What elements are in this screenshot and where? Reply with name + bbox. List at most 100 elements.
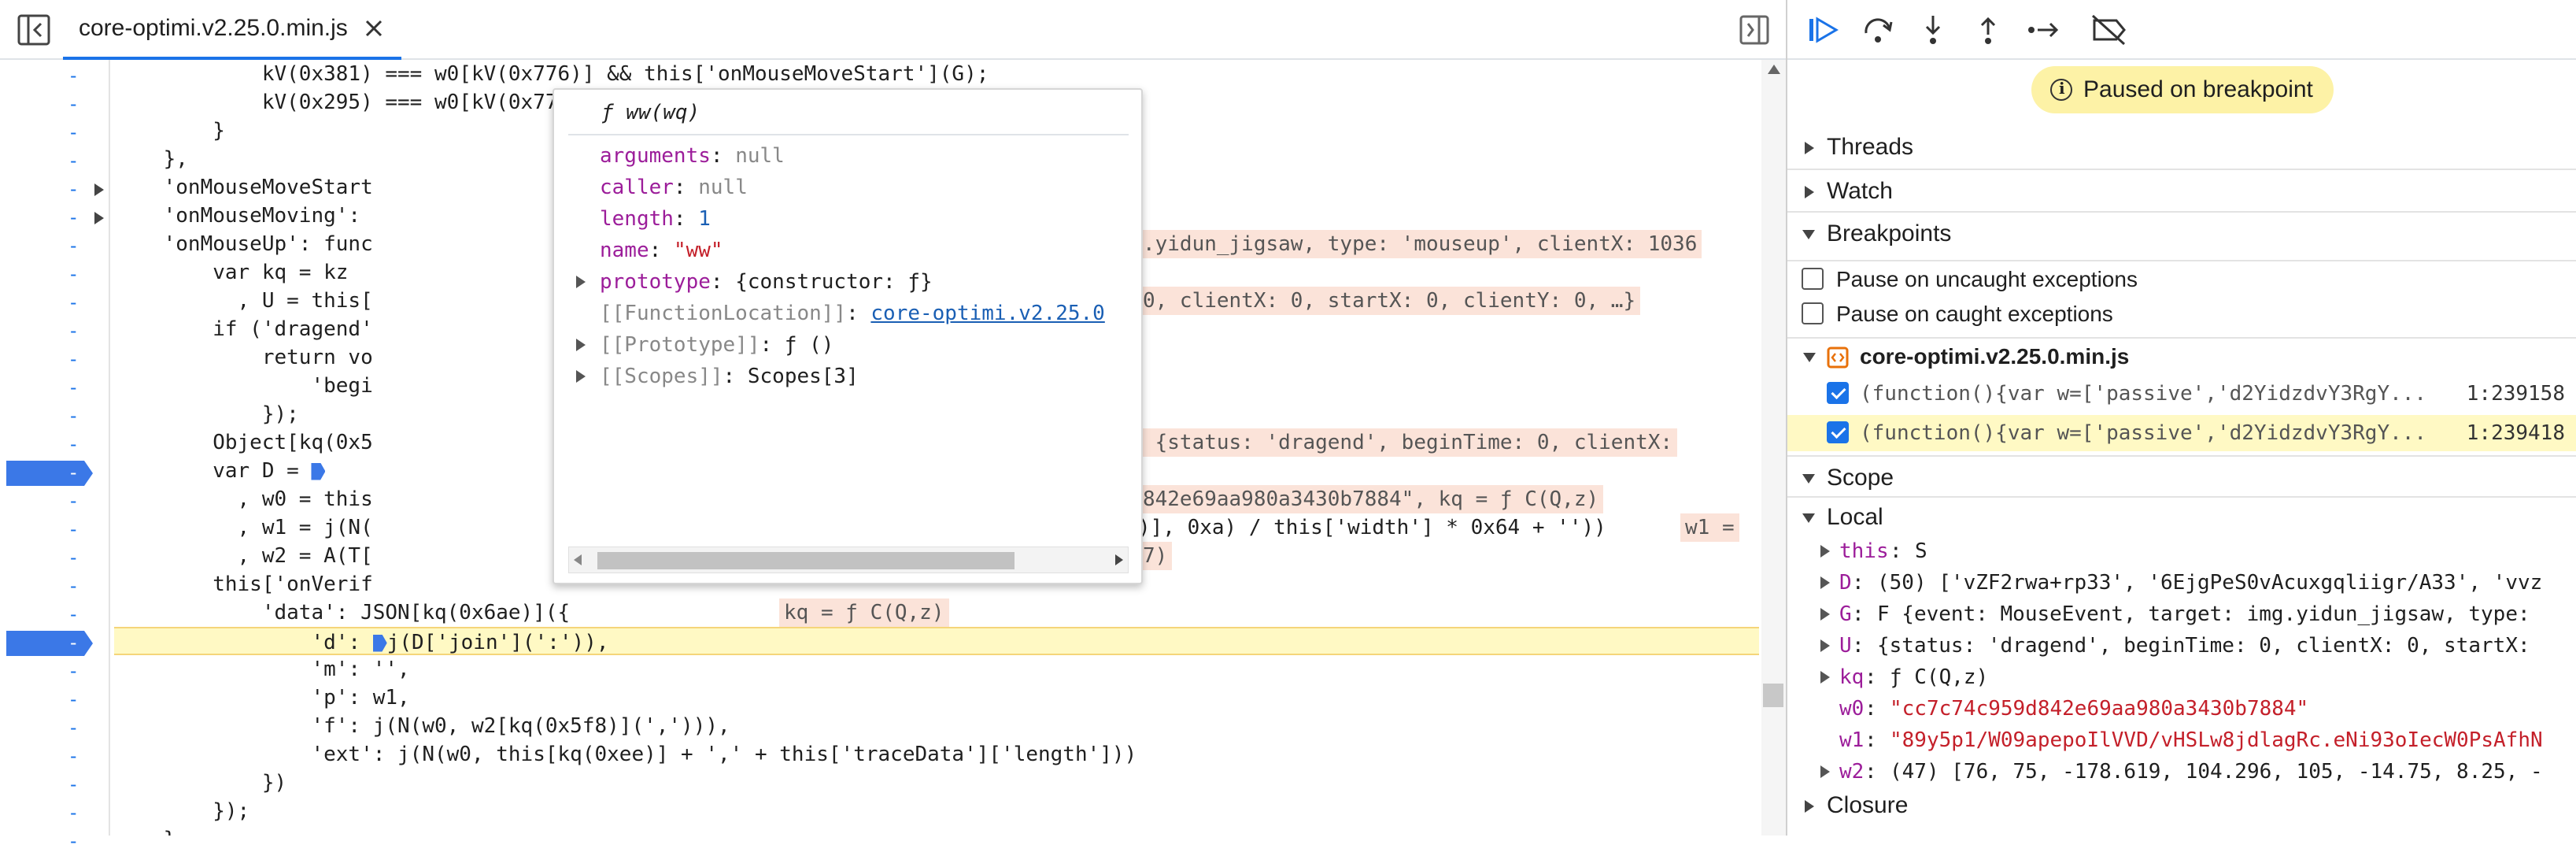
code-line[interactable]: kV(0x381) === w0[kV(0x776)] && this['onM… [114,60,1759,88]
step-out-icon[interactable] [1970,13,2006,47]
line-gutter[interactable]: - - - - - - - - - - - - - - - - - - - - - - - - - - - - [0,60,110,852]
scope-section-header[interactable]: Scope [1787,455,2576,498]
scope-variable-row[interactable]: w2 (47) [76, 75, -178.619, 104.296, 105, … [1787,756,2576,787]
code-line[interactable]: 'm': '', [114,655,1759,684]
step-over-icon[interactable] [1860,13,1896,47]
scope-variable-row[interactable]: U {status: 'dragend', beginTime: 0, clien… [1787,630,2576,661]
deactivate-breakpoints-icon[interactable] [2090,13,2131,47]
gutter-line[interactable]: - [0,544,110,573]
pause-uncaught-row[interactable]: Pause on uncaught exceptions [1787,260,2576,296]
pause-caught-row[interactable]: Pause on caught exceptions [1787,296,2576,332]
toggle-debugger-sidebar-icon[interactable] [1739,14,1770,46]
breakpoint-item[interactable]: (function(){var w=['passive','d2YidzdvY3… [1787,376,2576,412]
gutter-line[interactable]: - [0,686,110,714]
expand-arrow-icon[interactable] [1820,639,1830,652]
gutter-line[interactable]: - [0,573,110,601]
code-line[interactable]: 'p': w1, [114,684,1759,712]
expand-arrow-icon[interactable] [1820,765,1830,778]
gutter-line[interactable]: - [0,714,110,743]
code-line[interactable]: }); [114,797,1759,825]
code-line[interactable]: 'ext': j(N(w0, this[kq(0xee)] + ',' + th… [114,740,1759,769]
pause-caught-checkbox[interactable] [1802,302,1824,324]
watch-section-header[interactable]: Watch [1787,169,2576,211]
popover-scrollbar-thumb[interactable] [597,552,1015,569]
gutter-line[interactable]: - [0,374,110,402]
closure-scope-header[interactable]: Closure [1787,786,2576,825]
close-icon[interactable] [362,17,386,40]
scope-colon: : [1865,728,1877,752]
inline-value-u: e: 0, clientX: 0, startX: 0, clientY: 0,… [1101,287,1641,315]
gutter-line[interactable]: - [0,799,110,828]
popover-scrollbar[interactable] [568,547,1129,573]
breakpoint-checkbox[interactable] [1827,421,1849,443]
expand-arrow-icon[interactable] [1820,608,1830,621]
pause-uncaught-checkbox[interactable] [1802,268,1824,290]
expand-arrow-icon[interactable] [1820,671,1830,684]
expand-arrow-icon[interactable] [576,339,586,351]
scope-variable-row[interactable]: w0 "cc7c74c959d842e69aa980a3430b7884": [1787,693,2576,724]
gutter-line[interactable]: - [0,147,110,176]
gutter-line[interactable]: - [0,516,110,544]
scroll-right-arrow-icon[interactable] [1115,554,1123,565]
breakpoint-file-row[interactable]: core-optimi.v2.25.0.min.js [1787,337,2576,373]
breakpoint-checkbox[interactable] [1827,382,1849,404]
gutter-line[interactable]: - [0,317,110,346]
function-location-link[interactable]: core-optimi.v2.25.0 [870,302,1104,325]
fold-arrow-icon[interactable] [94,212,104,224]
gutter-line[interactable]: - [0,771,110,799]
scope-variable-row[interactable]: G F {event: MouseEvent, target: img.yidun… [1787,598,2576,630]
code-line[interactable]: 'f': j(N(w0, w2[kq(0x5f8)](','))), [114,712,1759,740]
scroll-up-arrow-icon[interactable] [1768,65,1780,74]
resume-icon[interactable] [1805,13,1841,47]
expand-arrow-icon[interactable] [576,276,586,288]
popover-property-row[interactable]: [[Prototype]]: ƒ () [576,331,833,359]
gutter-line[interactable]: - [0,232,110,261]
line-dash: - [68,93,79,115]
breakpoint-marker[interactable]: - [0,459,110,487]
scope-variable-row[interactable]: D (50) ['vZF2rwa+rp33', '6EjgPeS0vAcuxgql… [1787,567,2576,598]
gutter-line[interactable]: - [0,119,110,147]
fold-arrow-icon[interactable] [94,183,104,196]
gutter-line[interactable]: - [0,743,110,771]
gutter-line[interactable]: - [0,402,110,431]
gutter-line[interactable]: - [0,431,110,459]
local-scope-header[interactable]: Local [1787,496,2576,535]
inline-breakpoint-icon[interactable] [311,462,326,480]
expand-arrow-icon[interactable] [576,370,586,383]
gutter-line[interactable]: - [0,62,110,91]
scope-variable-row[interactable]: kq ƒ C(Q,z): [1787,661,2576,693]
step-into-icon[interactable] [1915,13,1951,47]
gutter-line[interactable]: - [0,176,110,204]
code-line[interactable]: }, [114,825,1759,836]
scrollbar-thumb[interactable] [1763,684,1783,707]
gutter-line[interactable]: - [0,204,110,232]
popover-property-row[interactable]: [[Scopes]]: Scopes[3] [576,362,859,391]
popover-property-row[interactable]: [[FunctionLocation]]: core-optimi.v2.25.… [600,299,1105,328]
gutter-line[interactable]: - [0,828,110,856]
scope-variable-row[interactable]: this S: [1787,535,2576,567]
scroll-left-arrow-icon[interactable] [574,554,582,565]
gutter-line[interactable]: - [0,346,110,374]
inline-breakpoint-icon[interactable] [372,634,387,652]
breakpoint-item-active[interactable]: (function(){var w=['passive','d2YidzdvY3… [1787,415,2576,451]
expand-arrow-icon[interactable] [1820,545,1830,558]
line-dash: - [68,235,79,257]
gutter-line[interactable]: - [0,261,110,289]
expand-arrow-icon[interactable] [1820,576,1830,589]
toggle-navigator-icon[interactable] [16,13,52,47]
gutter-line[interactable]: - [0,289,110,317]
file-tab[interactable]: core-optimi.v2.25.0.min.js [63,0,401,60]
code-line[interactable]: }) [114,769,1759,797]
scope-variable-row[interactable]: w1 "89y5p1/W09apepoIlVVD/vHSLw8jdlagRc.eN… [1787,724,2576,756]
editor-scrollbar[interactable] [1761,60,1786,836]
breakpoint-marker[interactable]: - [0,629,110,658]
step-icon[interactable] [2025,13,2061,47]
popover-property-row[interactable]: prototype: {constructor: ƒ} [576,268,933,296]
gutter-line[interactable]: - [0,91,110,119]
breakpoints-section-header[interactable]: Breakpoints [1787,211,2576,254]
gutter-line[interactable]: - [0,601,110,629]
threads-section-header[interactable]: Threads [1787,126,2576,169]
paused-code-line[interactable]: 'd': j(D['join'](':')), [114,627,1759,655]
gutter-line[interactable]: - [0,658,110,686]
gutter-line[interactable]: - [0,487,110,516]
